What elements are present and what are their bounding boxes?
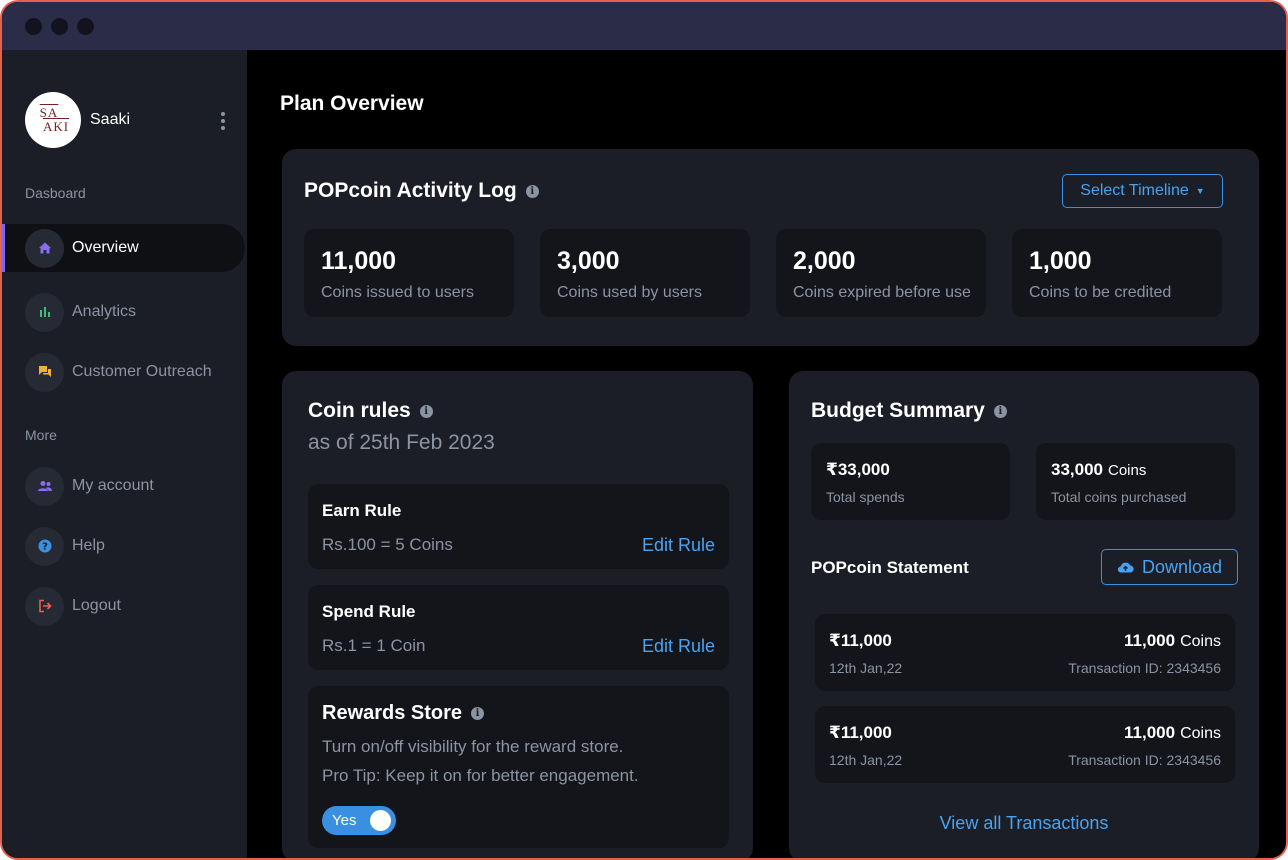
- sidebar-item-label: Help: [72, 537, 105, 554]
- help-icon: ?: [25, 526, 64, 566]
- transaction-date: 12th Jan,22: [829, 660, 903, 676]
- transaction-row[interactable]: ₹11,000 12th Jan,22 11,000 Coins Transact…: [815, 614, 1235, 691]
- stat-card-used: 3,000 Coins used by users: [540, 229, 750, 317]
- minimize-window-dot[interactable]: [51, 17, 68, 35]
- transaction-id: Transaction ID: 2343456: [1068, 752, 1221, 768]
- total-spends-value: ₹33,000: [826, 460, 890, 479]
- sidebar-item-label: Customer Outreach: [72, 363, 212, 380]
- transaction-amount: ₹11,000: [829, 723, 892, 742]
- sidebar-item-analytics[interactable]: Analytics: [2, 288, 245, 336]
- earn-rule-text: Rs.100 = 5 Coins: [322, 535, 453, 554]
- users-icon: [25, 466, 64, 506]
- close-window-dot[interactable]: [25, 17, 42, 35]
- stat-value: 2,000: [793, 247, 856, 275]
- info-icon[interactable]: i: [419, 404, 433, 418]
- title-bar: [2, 2, 1286, 50]
- app-window: SA AKI Saaki Dasboard Overview Analytics: [0, 0, 1288, 860]
- activity-log-title: POPcoin Activity Log i: [304, 179, 539, 203]
- rewards-store-tip: Pro Tip: Keep it on for better engagemen…: [322, 766, 639, 785]
- logout-icon: [25, 586, 64, 626]
- transaction-row[interactable]: ₹11,000 12th Jan,22 11,000 Coins Transact…: [815, 706, 1235, 783]
- edit-earn-rule-link[interactable]: Edit Rule: [642, 535, 715, 556]
- sidebar-item-logout[interactable]: Logout: [2, 582, 245, 630]
- rewards-store-description: Turn on/off visibility for the reward st…: [322, 737, 624, 756]
- brand-logo: SA AKI: [25, 92, 81, 148]
- transaction-date: 12th Jan,22: [829, 752, 903, 768]
- sidebar: SA AKI Saaki Dasboard Overview Analytics: [2, 50, 247, 858]
- sidebar-item-customer-outreach[interactable]: Customer Outreach: [2, 348, 245, 396]
- total-spends-label: Total spends: [826, 489, 905, 505]
- stat-value: 11,000: [321, 247, 397, 275]
- stat-value: 1,000: [1029, 247, 1092, 275]
- coin-rules-title: Coin rules i: [308, 399, 433, 423]
- total-spends-card: ₹33,000 Total spends: [811, 443, 1010, 520]
- chat-icon: [25, 352, 64, 392]
- statement-title: POPcoin Statement: [811, 558, 969, 577]
- sidebar-item-label: My account: [72, 477, 154, 494]
- earn-rule-card: Earn Rule Rs.100 = 5 Coins Edit Rule: [308, 484, 729, 569]
- maximize-window-dot[interactable]: [77, 17, 94, 35]
- section-label-dashboard: Dasboard: [25, 185, 86, 201]
- stat-label: Coins used by users: [557, 284, 702, 301]
- stat-label: Coins to be credited: [1029, 284, 1172, 301]
- toggle-label: Yes: [332, 812, 357, 829]
- stat-card-issued: 11,000 Coins issued to users: [304, 229, 514, 317]
- download-label: Download: [1141, 556, 1223, 577]
- page-title: Plan Overview: [280, 92, 424, 115]
- coin-rules-card: Coin rules i as of 25th Feb 2023 Earn Ru…: [282, 371, 753, 858]
- bar-chart-icon: [25, 292, 64, 332]
- caret-down-icon: ▼: [1195, 186, 1205, 196]
- brand-name: Saaki: [90, 111, 131, 128]
- stat-label: Coins issued to users: [321, 284, 474, 301]
- coin-rules-subtitle: as of 25th Feb 2023: [308, 431, 495, 454]
- sidebar-item-label: Analytics: [72, 303, 137, 320]
- budget-summary-card: Budget Summary i ₹33,000 Total spends 33…: [789, 371, 1259, 858]
- info-icon[interactable]: i: [993, 404, 1007, 418]
- more-options-icon[interactable]: [221, 112, 225, 130]
- total-coins-value: 33,000 Coins: [1051, 460, 1147, 479]
- toggle-knob: [370, 810, 391, 831]
- cloud-upload-icon: [1117, 561, 1134, 573]
- stat-card-expired: 2,000 Coins expired before use: [776, 229, 986, 317]
- stat-card-to-credit: 1,000 Coins to be credited: [1012, 229, 1222, 317]
- sidebar-item-my-account[interactable]: My account: [2, 462, 245, 510]
- budget-summary-title: Budget Summary i: [811, 399, 1007, 423]
- earn-rule-title: Earn Rule: [322, 501, 402, 520]
- brand: SA AKI Saaki: [25, 92, 130, 148]
- select-timeline-button[interactable]: Select Timeline ▼: [1062, 174, 1223, 208]
- stat-label: Coins expired before use: [793, 284, 971, 301]
- select-timeline-label: Select Timeline: [1080, 182, 1189, 199]
- spend-rule-card: Spend Rule Rs.1 = 1 Coin Edit Rule: [308, 585, 729, 670]
- download-button[interactable]: Download: [1101, 549, 1238, 585]
- total-coins-label: Total coins purchased: [1051, 489, 1187, 505]
- info-icon[interactable]: i: [525, 184, 539, 198]
- edit-spend-rule-link[interactable]: Edit Rule: [642, 636, 715, 657]
- transaction-coins: 11,000 Coins: [1124, 723, 1221, 742]
- info-icon[interactable]: i: [471, 707, 485, 720]
- sidebar-item-help[interactable]: ? Help: [2, 522, 245, 570]
- spend-rule-text: Rs.1 = 1 Coin: [322, 636, 426, 655]
- rewards-store-toggle[interactable]: Yes: [322, 806, 396, 835]
- activity-log-card: POPcoin Activity Log i Select Timeline ▼…: [282, 149, 1259, 346]
- spend-rule-title: Spend Rule: [322, 602, 416, 621]
- sidebar-item-overview[interactable]: Overview: [2, 224, 245, 272]
- section-label-more: More: [25, 427, 57, 443]
- sidebar-item-label: Logout: [72, 597, 121, 614]
- rewards-store-card: Rewards Store i Turn on/off visibility f…: [308, 686, 729, 848]
- transaction-amount: ₹11,000: [829, 631, 892, 650]
- main-content: Plan Overview POPcoin Activity Log i Sel…: [247, 50, 1286, 858]
- rewards-store-title: Rewards Store i: [322, 702, 485, 725]
- transaction-coins: 11,000 Coins: [1124, 631, 1221, 650]
- total-coins-card: 33,000 Coins Total coins purchased: [1036, 443, 1235, 520]
- home-icon: [25, 228, 64, 268]
- sidebar-item-label: Overview: [72, 239, 139, 256]
- stat-value: 3,000: [557, 247, 620, 275]
- svg-text:?: ?: [42, 542, 48, 553]
- transaction-id: Transaction ID: 2343456: [1068, 660, 1221, 676]
- view-all-transactions-link[interactable]: View all Transactions: [789, 813, 1259, 834]
